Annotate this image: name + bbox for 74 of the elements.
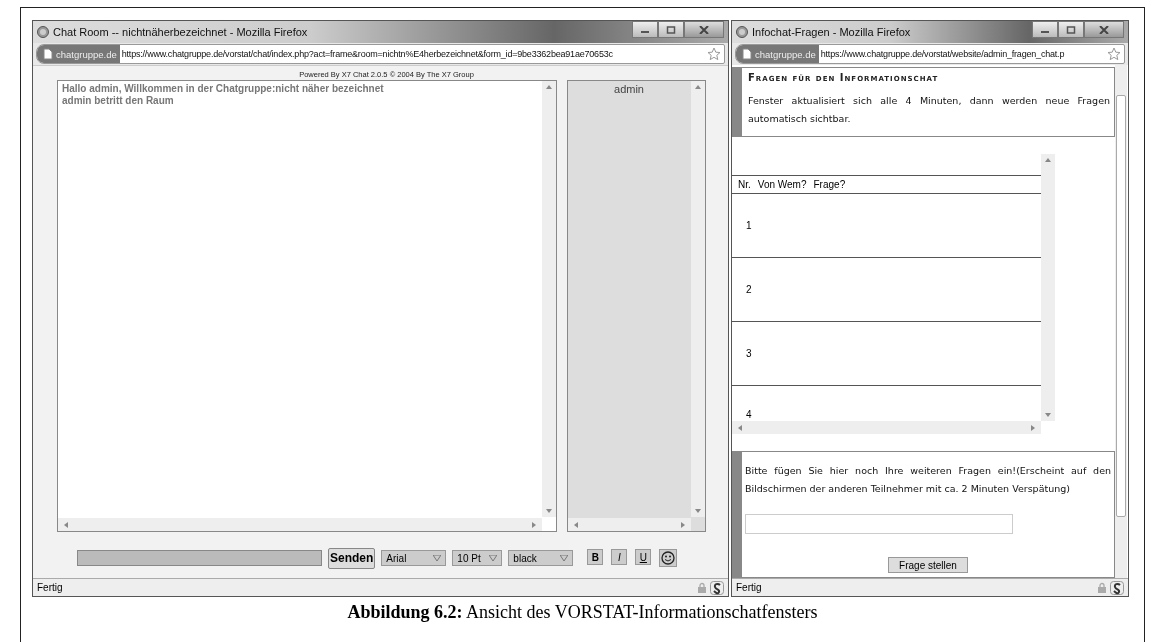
site-identity[interactable]: chatgruppe.de <box>736 45 819 63</box>
scrollbar[interactable] <box>732 421 1041 434</box>
scroll-right-icon[interactable] <box>681 521 685 528</box>
scroll-down-icon[interactable] <box>695 509 701 513</box>
column-header: Nr. <box>738 179 751 190</box>
column-header: Von Wem? <box>757 179 807 190</box>
table-cell: 3 <box>746 348 752 359</box>
scrollbar[interactable] <box>1041 154 1055 421</box>
scroll-left-icon[interactable] <box>64 521 68 528</box>
font-select[interactable]: Arial <box>381 550 447 566</box>
maximize-button[interactable] <box>658 21 684 38</box>
scroll-up-icon[interactable] <box>546 85 552 89</box>
star-icon[interactable] <box>1107 47 1121 61</box>
chat-message: admin betritt den Raum <box>62 95 174 107</box>
panel-heading: Fragen für den Informationschat <box>748 72 940 85</box>
close-button[interactable] <box>1084 21 1124 38</box>
star-icon[interactable] <box>707 47 721 61</box>
scroll-left-icon[interactable] <box>738 424 742 431</box>
question-input[interactable] <box>745 514 1013 534</box>
scrollbar[interactable] <box>58 518 542 531</box>
info-text: Fenster aktualisiert sich alle 4 Minuten, dann werden neue Fragen automatisch sichtbar. <box>748 94 1110 126</box>
format-button[interactable]: U <box>635 549 652 565</box>
page-icon <box>742 48 752 60</box>
prompt-text: Bitte fügen Sie hier noch Ihre weiteren Fragen ein!(Erscheint auf den Bildschirmen der anderen Teilnehmer mit ca. 2 Minuten Verspätung) <box>745 464 1111 496</box>
format-button[interactable]: I <box>611 549 628 565</box>
close-icon <box>1099 25 1109 34</box>
user-name[interactable]: admin <box>568 83 690 95</box>
table-cell: 4 <box>746 409 752 420</box>
format-button[interactable]: B <box>587 549 604 565</box>
scroll-up-icon[interactable] <box>695 85 701 89</box>
submit-button[interactable]: Frage stellen <box>888 557 968 573</box>
caret-icon <box>433 555 442 561</box>
caret-icon <box>489 555 498 561</box>
scrollbar[interactable] <box>691 81 705 517</box>
scroll-right-icon[interactable] <box>532 521 536 528</box>
status-text: Fertig <box>37 582 63 593</box>
maximize-icon <box>666 25 676 34</box>
address-bar[interactable]: chatgruppe.de https://www.chatgruppe.de/vorstat/website/admin_fragen_chat.p <box>735 44 1125 64</box>
caret-icon <box>560 555 569 561</box>
page-icon <box>43 48 53 60</box>
size-select[interactable]: 10 Pt <box>452 550 503 566</box>
scrollbar[interactable] <box>568 518 691 531</box>
scroll-down-icon[interactable] <box>546 509 552 513</box>
scrollbar[interactable] <box>1115 65 1127 578</box>
scroll-right-icon[interactable] <box>1031 424 1035 431</box>
send-button[interactable]: Senden <box>328 547 376 569</box>
minimize-button[interactable] <box>1032 21 1058 38</box>
window-title: Chat Room -- nichtnäherbezeichnet - Mozilla Firefox <box>53 26 309 38</box>
figure-caption: Abbildung 6.2: Ansicht des VORSTAT-Informationschatfensters <box>346 601 819 623</box>
column-header: Frage? <box>813 179 846 190</box>
scroll-down-icon[interactable] <box>1045 413 1051 417</box>
status-text: Fertig <box>736 582 762 593</box>
scrollbar[interactable] <box>542 81 556 517</box>
close-icon <box>699 25 709 34</box>
smiley-icon <box>661 551 676 565</box>
message-input[interactable] <box>77 550 322 566</box>
chat-message: Hallo admin, Willkommen in der Chatgruppe:nicht näher bezeichnet <box>62 83 384 95</box>
maximize-button[interactable] <box>1058 21 1084 38</box>
scroll-left-icon[interactable] <box>574 521 578 528</box>
url-text: https://www.chatgruppe.de/vorstat/chat/index.php?act=frame&room=nichtn%E4herbezeichnet&form_id=9be3362bea91ae70653c <box>120 49 614 59</box>
window-title: Infochat-Fragen - Mozilla Firefox <box>752 26 912 38</box>
minimize-button[interactable] <box>632 21 658 38</box>
address-bar[interactable]: chatgruppe.de https://www.chatgruppe.de/vorstat/chat/index.php?act=frame&room=nichtn%E4herbezeichnet&form_id=9be3362bea91ae70653c <box>36 44 725 64</box>
table-cell: 1 <box>746 220 752 231</box>
table-cell: 2 <box>746 284 752 295</box>
emoticon-button[interactable] <box>659 549 678 567</box>
browser-icon <box>736 26 748 38</box>
close-button[interactable] <box>684 21 724 38</box>
site-identity[interactable]: chatgruppe.de <box>37 45 120 63</box>
browser-icon <box>37 26 49 38</box>
maximize-icon <box>1066 25 1076 34</box>
url-text: https://www.chatgruppe.de/vorstat/website/admin_fragen_chat.p <box>819 49 1066 59</box>
scroll-up-icon[interactable] <box>1045 158 1051 162</box>
color-select[interactable]: black <box>508 550 574 566</box>
